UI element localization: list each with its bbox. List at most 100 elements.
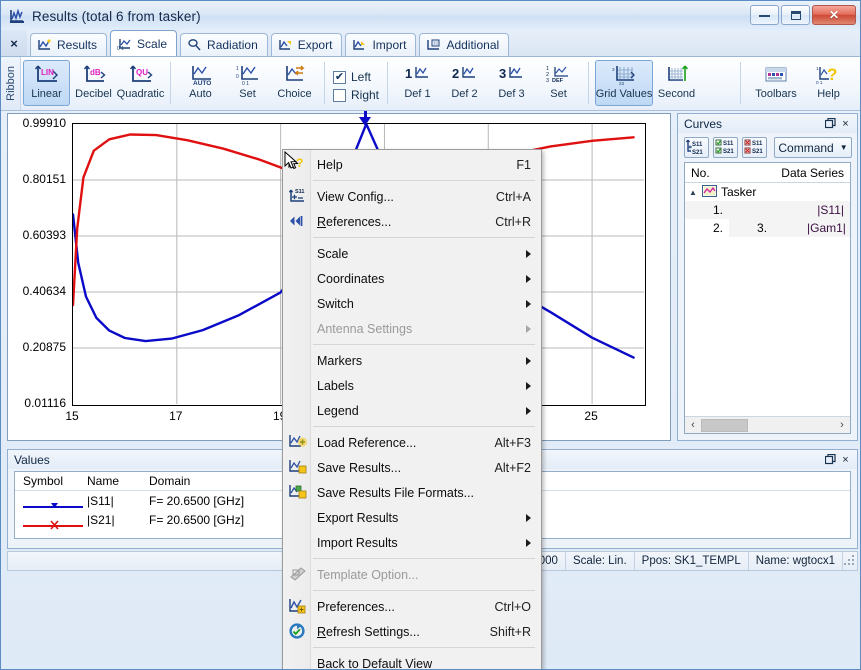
tab-additional[interactable]: Additional [419,33,510,56]
curves-close-icon[interactable]: × [838,116,853,131]
tab-import[interactable]: Import [345,33,417,56]
menu-item-references[interactable]: References... Ctrl+R [283,209,541,234]
menu-item-help[interactable]: ? Help F1 [283,152,541,177]
resize-grip-icon[interactable] [843,554,857,568]
curves-horizontal-scrollbar[interactable]: ‹ › [685,416,850,433]
svg-text:S11: S11 [692,142,703,148]
left-axis-checkbox-row[interactable]: ✔ Left [333,70,379,84]
load-reference-icon [288,433,308,451]
menu-item-label: Import Results [317,535,398,550]
remove-curve-button[interactable]: S11 S21 [742,137,767,158]
menu-item-view-config[interactable]: S11 View Config... Ctrl+A [283,184,541,209]
tab-strip-close-icon[interactable]: × [1,30,27,56]
marker-triangle [359,116,372,126]
curves-list-item[interactable]: 2. 3. |Gam1| 7. |S21| 8. 9. |Gam2| [685,219,850,237]
select-curve-button[interactable]: S11 S21 [713,137,738,158]
close-button[interactable]: ✕ [812,5,856,25]
svg-text:0 1: 0 1 [816,80,823,85]
status-cell-ppos: Ppos: SK1_TEMPL [635,552,749,570]
submenu-arrow-icon [526,538,531,547]
auto-range-button[interactable]: AUTO Auto [177,60,224,106]
submenu-arrow-icon [526,299,531,308]
right-axis-checkbox[interactable] [333,88,346,102]
svg-text:1: 1 [816,66,819,71]
ribbon-group-view-help: Toolbars 1 0 1 ? Help [745,57,860,110]
curves-float-icon[interactable] [823,116,838,131]
menu-item-labels[interactable]: Labels [283,373,541,398]
button-label: Def 2 [451,88,478,100]
tree-expand-icon[interactable]: ▲ [689,188,698,197]
curves-list-item[interactable]: 3. |Gam1| [729,219,850,237]
menu-item-switch[interactable]: Switch [283,291,541,316]
button-label: Set [550,88,567,100]
def2-button[interactable]: 2 Def 2 [441,60,488,106]
menu-item-back-to-default-view[interactable]: Back to Default View [283,651,541,670]
menu-item-refresh-settings[interactable]: Refresh Settings... Shift+R [283,619,541,644]
scroll-right-icon[interactable]: › [834,419,850,431]
ribbon-separator [170,62,171,104]
values-float-icon[interactable] [823,452,838,467]
menu-item-scale[interactable]: Scale [283,241,541,266]
scroll-thumb[interactable] [701,418,748,432]
left-axis-checkbox[interactable]: ✔ [333,70,346,84]
add-curve-button[interactable]: S11 S21 [684,137,709,158]
values-close-icon[interactable]: × [838,452,853,467]
menu-item-save-results-file-formats[interactable]: Save Results File Formats... [283,480,541,505]
button-label: Toolbars [755,88,797,100]
second-axis-button[interactable]: Second [653,60,700,106]
svg-text:QU: QU [136,68,148,77]
menu-item-markers[interactable]: Markers [283,348,541,373]
menu-item-legend[interactable]: Legend [283,398,541,423]
submenu-arrow-icon [526,249,531,258]
minimize-button[interactable] [750,5,779,25]
curves-group-row[interactable]: ▲ Tasker [685,183,850,201]
curves-list[interactable]: No. Data Series ▲ Tasker 1. |S11| 2. 3. … [684,162,851,434]
maximize-button[interactable] [781,5,810,25]
linear-scale-button[interactable]: LIN Linear [23,60,70,106]
menu-item-accelerator: Ctrl+R [495,214,531,229]
svg-text:?: ? [827,65,837,84]
submenu-arrow-icon [526,513,531,522]
linear-scale-icon: LIN [34,64,60,86]
tab-export[interactable]: Export [270,33,343,56]
menu-separator [313,426,535,427]
title-bar: Results (total 6 from tasker) ✕ [1,1,860,31]
button-label: Choice [277,88,312,100]
quadratic-scale-button[interactable]: QU Quadratic [117,60,164,106]
decibel-scale-button[interactable]: dB Decibel [70,60,117,106]
menu-item-export-results[interactable]: Export Results [283,505,541,530]
scroll-left-icon[interactable]: ‹ [685,419,701,431]
curves-list-header: No. Data Series [685,163,850,183]
menu-item-label: Load Reference... [317,435,417,450]
menu-item-load-reference[interactable]: Load Reference... Alt+F3 [283,430,541,455]
svg-text:LIN: LIN [41,68,54,77]
choice-range-button[interactable]: Choice [271,60,318,106]
tab-label: Scale [137,36,168,51]
menu-item-label: Coordinates [317,271,385,286]
right-axis-checkbox-row[interactable]: Right [333,88,379,102]
tasker-folder-icon [702,184,717,200]
tab-scale[interactable]: 0 1 Scale [110,30,178,56]
menu-item-preferences[interactable]: Preferences... Ctrl+O [283,594,541,619]
button-label: Grid Values [595,88,653,100]
svg-text:3: 3 [499,66,506,81]
preferences-icon [288,597,307,615]
menu-item-save-results[interactable]: Save Results... Alt+F2 [283,455,541,480]
set-range-button[interactable]: 1 0 0 1 Set [224,60,271,106]
tab-radiation[interactable]: Radiation [180,33,268,56]
help-button[interactable]: 1 0 1 ? Help [805,60,852,106]
def-set-button[interactable]: 1 2 3 DEF Set [535,60,582,106]
svg-text:S11: S11 [752,141,763,147]
command-dropdown[interactable]: Command ▼ [774,137,852,158]
y-tick-label: 0.99910 [22,116,66,130]
menu-item-label: Help [317,157,343,172]
tab-results[interactable]: Results [30,33,108,56]
toolbars-button[interactable]: Toolbars [747,60,805,106]
def3-button[interactable]: 3 Def 3 [488,60,535,106]
menu-item-import-results[interactable]: Import Results [283,530,541,555]
context-menu[interactable]: ? Help F1 S11 View Config... Ctrl+A Referen… [282,149,542,670]
def1-button[interactable]: 1 Def 1 [394,60,441,106]
grid-values-button[interactable]: 3 23 Grid Values [595,60,654,106]
menu-item-coordinates[interactable]: Coordinates [283,266,541,291]
curves-list-item[interactable]: 1. |S11| [685,201,850,219]
